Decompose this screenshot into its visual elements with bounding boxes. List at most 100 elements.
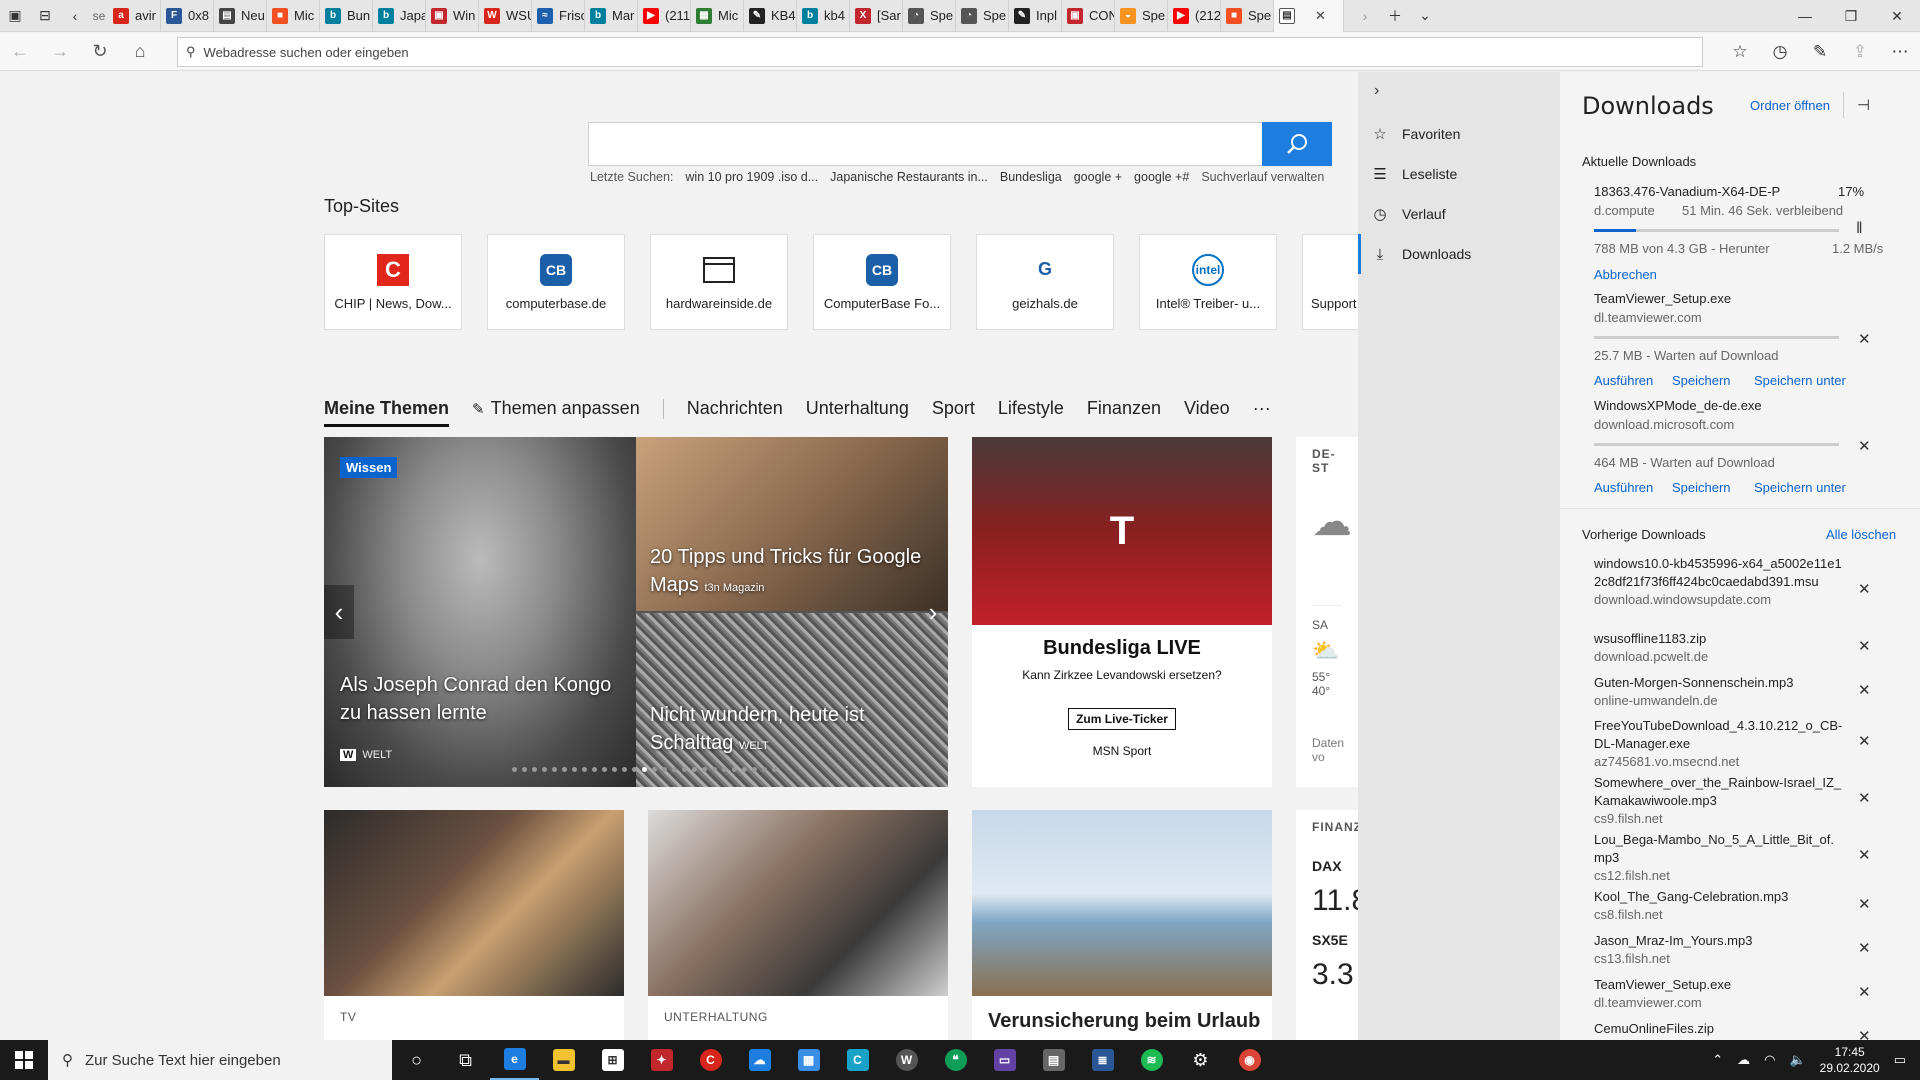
carousel-dot[interactable]: [542, 767, 547, 772]
tab-preview-chevron-icon[interactable]: ⌄: [1410, 0, 1440, 32]
carousel-dot[interactable]: [672, 767, 677, 772]
windows-start-icon[interactable]: [0, 1040, 48, 1080]
carousel-dot[interactable]: [582, 767, 587, 772]
pause-icon[interactable]: ‖: [1856, 220, 1863, 238]
carousel-dot[interactable]: [742, 767, 747, 772]
browser-tab[interactable]: ≈ Frisc: [532, 0, 585, 32]
topsite-computerbase-forum[interactable]: CB ComputerBase Fo...: [813, 234, 951, 330]
ccleaner-icon[interactable]: C: [686, 1040, 735, 1080]
carousel-dot[interactable]: [682, 767, 687, 772]
package-app-icon[interactable]: ▦: [784, 1040, 833, 1080]
twitch-icon[interactable]: ▭: [980, 1040, 1029, 1080]
remove-download-icon[interactable]: ✕: [1858, 637, 1871, 655]
settings-gear-icon[interactable]: ⚙: [1176, 1040, 1225, 1080]
clock[interactable]: 17:45 29.02.2020: [1820, 1044, 1880, 1076]
carousel-main-story[interactable]: Wissen Als Joseph Conrad den Kongo zu ha…: [324, 437, 636, 787]
run-link[interactable]: Ausführen: [1594, 480, 1653, 495]
tab-news[interactable]: Nachrichten: [687, 398, 783, 419]
bundesliga-card[interactable]: T Bundesliga LIVE Kann Zirkzee Levandows…: [972, 437, 1272, 787]
browser-tab[interactable]: b kb4: [797, 0, 850, 32]
scroll-tabs-right-icon[interactable]: ›: [1350, 0, 1380, 32]
customize-topics-button[interactable]: ✎ Themen anpassen: [472, 398, 640, 419]
save-as-link[interactable]: Speichern unter: [1754, 373, 1846, 388]
browser-tab[interactable]: ◔ Spe: [956, 0, 1009, 32]
close-window-icon[interactable]: ✕: [1874, 0, 1920, 32]
save-link[interactable]: Speichern: [1672, 480, 1731, 495]
carousel-dot[interactable]: [702, 767, 707, 772]
browser-tab[interactable]: ▣ CON: [1062, 0, 1115, 32]
news-card-tv[interactable]: TV: [324, 810, 624, 1040]
new-tab-icon[interactable]: ＋: [1380, 0, 1410, 32]
carousel-dot[interactable]: [612, 767, 617, 772]
browser-tab[interactable]: F 0x8: [161, 0, 214, 32]
remove-download-icon[interactable]: ✕: [1858, 789, 1871, 807]
browser-tab[interactable]: ▣ Win: [426, 0, 479, 32]
carousel-dot[interactable]: [592, 767, 597, 772]
browser-tab[interactable]: ◒ Spe: [1115, 0, 1168, 32]
notepad-icon[interactable]: ≣: [1078, 1040, 1127, 1080]
hub-favorites[interactable]: ☆ Favoriten: [1358, 114, 1560, 154]
tab-lifestyle[interactable]: Lifestyle: [998, 398, 1064, 419]
browser-tab[interactable]: W WSU: [479, 0, 532, 32]
carousel-dot[interactable]: [572, 767, 577, 772]
close-tab-icon[interactable]: ✕: [1315, 8, 1326, 24]
search-input[interactable]: [588, 122, 1332, 166]
address-input[interactable]: ⚲ Webadresse suchen oder eingeben: [177, 37, 1703, 67]
download-filename[interactable]: 18363.476-Vanadium-X64-DE-P: [1594, 184, 1780, 199]
wifi-icon[interactable]: ◠: [1764, 1052, 1775, 1068]
search-button[interactable]: [1262, 122, 1332, 166]
browser-tab[interactable]: ▶ (212: [1168, 0, 1221, 32]
hub-downloads[interactable]: ⤓ Downloads: [1358, 234, 1560, 274]
file-explorer-icon[interactable]: ▬: [539, 1040, 588, 1080]
tab-finance[interactable]: Finanzen: [1087, 398, 1161, 419]
browser-tab[interactable]: ▤ Neu: [214, 0, 267, 32]
topsite-hardwareinside[interactable]: hardwareinside.de: [650, 234, 788, 330]
topsite-intel[interactable]: intel Intel® Treiber- u...: [1139, 234, 1277, 330]
tab-fragment[interactable]: se: [90, 0, 108, 32]
edge-icon[interactable]: e: [490, 1040, 539, 1080]
forward-icon[interactable]: →: [40, 33, 80, 71]
tab-my-topics[interactable]: Meine Themen: [324, 398, 450, 427]
cancel-download-link[interactable]: Abbrechen: [1594, 267, 1657, 282]
tab-video[interactable]: Video: [1184, 398, 1230, 419]
tab-sport[interactable]: Sport: [932, 398, 975, 419]
tab-active[interactable]: ▤ ✕: [1274, 0, 1344, 32]
more-topics-icon[interactable]: ···: [1253, 398, 1271, 419]
carousel-dot[interactable]: [552, 767, 557, 772]
onedrive-icon[interactable]: ☁: [735, 1040, 784, 1080]
carousel-dot[interactable]: [632, 767, 637, 772]
recent-search-item[interactable]: Bundesliga: [1000, 170, 1062, 184]
remove-download-icon[interactable]: ✕: [1858, 437, 1871, 455]
carousel-dot-active[interactable]: [642, 767, 647, 772]
carousel-dot[interactable]: [722, 767, 727, 772]
carousel-next-icon[interactable]: ›: [918, 585, 948, 639]
browser-tab[interactable]: ■ Mic: [267, 0, 320, 32]
carousel-dot[interactable]: [732, 767, 737, 772]
game-app-icon[interactable]: ✦: [637, 1040, 686, 1080]
browser-tab[interactable]: a avir: [108, 0, 161, 32]
browser-tab[interactable]: b Mar: [585, 0, 638, 32]
previous-download-item[interactable]: FreeYouTubeDownload_4.3.10.212_o_CB-DL-M…: [1594, 717, 1844, 771]
browser-tab[interactable]: b Bun: [320, 0, 373, 32]
carousel-story-leap-day[interactable]: Nicht wundern, heute ist Schalttag WELT: [636, 613, 948, 787]
carousel-dot[interactable]: [532, 767, 537, 772]
volume-icon[interactable]: 🔈: [1789, 1052, 1805, 1068]
recent-search-item[interactable]: Japanische Restaurants in...: [830, 170, 988, 184]
carousel-dot[interactable]: [622, 767, 627, 772]
scroll-tabs-left-icon[interactable]: ‹: [60, 0, 90, 32]
more-icon[interactable]: ⋯: [1880, 33, 1920, 71]
remove-download-icon[interactable]: ✕: [1858, 1027, 1871, 1040]
favorites-star-icon[interactable]: ☆: [1720, 33, 1760, 71]
save-link[interactable]: Speichern: [1672, 373, 1731, 388]
clear-all-link[interactable]: Alle löschen: [1826, 527, 1896, 542]
carousel-dot[interactable]: [522, 767, 527, 772]
carousel-story-maps[interactable]: 20 Tipps und Tricks für Google Maps t3n …: [636, 437, 948, 611]
carousel-dot[interactable]: [562, 767, 567, 772]
remove-download-icon[interactable]: ✕: [1858, 939, 1871, 957]
weather-card[interactable]: DE-ST ☁ SA ⛅ 55° 40° Daten vo: [1296, 437, 1358, 787]
hangouts-icon[interactable]: ❝: [931, 1040, 980, 1080]
chrome-icon[interactable]: ◉: [1225, 1040, 1274, 1080]
main-story-title[interactable]: Als Joseph Conrad den Kongo zu hassen le…: [340, 671, 624, 727]
topsite-support[interactable]: Support: [1302, 234, 1358, 330]
carousel-dot[interactable]: [762, 767, 767, 772]
